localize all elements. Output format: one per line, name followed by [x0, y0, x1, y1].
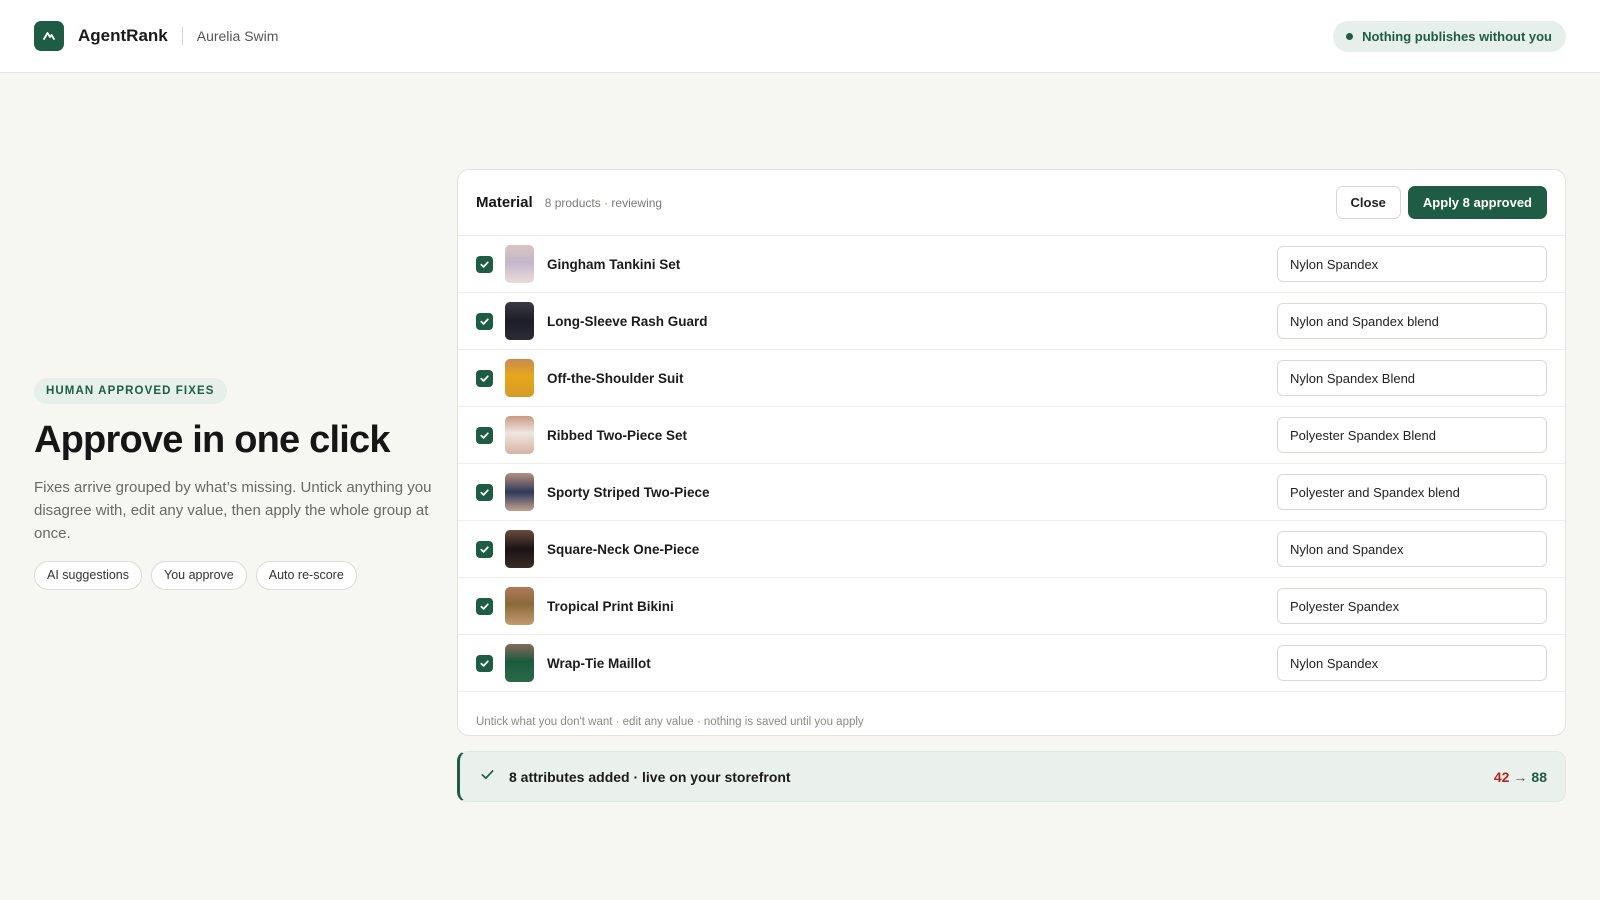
- product-thumbnail: [505, 302, 534, 340]
- approve-checkbox[interactable]: [476, 369, 493, 387]
- product-thumbnail: [505, 416, 534, 454]
- product-row: Gingham Tankini Set: [458, 236, 1565, 293]
- product-name: Long-Sleeve Rash Guard: [547, 313, 708, 329]
- product-row: Wrap-Tie Maillot: [458, 635, 1565, 692]
- product-row: Long-Sleeve Rash Guard: [458, 293, 1565, 350]
- arrow-icon: →: [1513, 768, 1528, 785]
- product-name: Off-the-Shoulder Suit: [547, 370, 684, 386]
- product-thumbnail: [505, 359, 534, 397]
- review-card-header: Material 8 products · reviewing Close Ap…: [458, 170, 1565, 236]
- score-change: 42 → 88: [1494, 769, 1547, 785]
- approve-checkbox[interactable]: [476, 597, 493, 615]
- product-name: Square-Neck One-Piece: [547, 541, 700, 557]
- check-icon: [480, 767, 495, 787]
- material-value-input[interactable]: [1277, 531, 1547, 567]
- product-name: Tropical Print Bikini: [547, 598, 674, 614]
- feature-chips: AI suggestions You approve Auto re-score: [34, 561, 434, 590]
- publish-status-pill: Nothing publishes without you: [1333, 21, 1566, 52]
- product-row: Square-Neck One-Piece: [458, 521, 1565, 578]
- toast-message: 8 attributes added · live on your storef…: [509, 768, 791, 785]
- top-bar: AgentRank Aurelia Swim Nothing publishes…: [0, 0, 1600, 73]
- hero-title: Approve in one click: [34, 419, 390, 461]
- approve-checkbox[interactable]: [476, 654, 493, 672]
- material-value-input[interactable]: [1277, 588, 1547, 624]
- product-row: Ribbed Two-Piece Set: [458, 407, 1565, 464]
- material-value-input[interactable]: [1277, 417, 1547, 453]
- apply-approved-button[interactable]: Apply 8 approved: [1407, 186, 1547, 219]
- eyebrow-badge: HUMAN APPROVED FIXES: [34, 378, 227, 404]
- mountain-icon[interactable]: [34, 21, 64, 51]
- approve-checkbox[interactable]: [476, 255, 493, 273]
- review-meta: 8 products · reviewing: [544, 195, 663, 210]
- attribute-title: Material: [476, 194, 533, 211]
- success-toast: 8 attributes added · live on your storef…: [457, 751, 1566, 802]
- chip-ai-suggestions: AI suggestions: [34, 561, 142, 590]
- product-thumbnail: [505, 530, 534, 568]
- product-row: Sporty Striped Two-Piece: [458, 464, 1565, 521]
- publish-status-text: Nothing publishes without you: [1362, 29, 1552, 44]
- product-name: Wrap-Tie Maillot: [547, 655, 651, 671]
- approve-checkbox[interactable]: [476, 312, 493, 330]
- status-dot: [1346, 33, 1354, 40]
- brand-name[interactable]: AgentRank: [78, 26, 168, 46]
- close-button[interactable]: Close: [1335, 186, 1401, 219]
- approve-checkbox[interactable]: [476, 426, 493, 444]
- hero-description: Fixes arrive grouped by what’s missing. …: [34, 479, 432, 542]
- approve-checkbox[interactable]: [476, 540, 493, 558]
- product-name: Gingham Tankini Set: [547, 256, 681, 272]
- chip-you-approve: You approve: [151, 561, 247, 590]
- store-name: Aurelia Swim: [196, 28, 279, 44]
- product-thumbnail: [505, 245, 534, 283]
- product-row: Off-the-Shoulder Suit: [458, 350, 1565, 407]
- material-value-input[interactable]: [1277, 645, 1547, 681]
- product-thumbnail: [505, 587, 534, 625]
- material-value-input[interactable]: [1277, 360, 1547, 396]
- score-before: 42: [1493, 768, 1510, 785]
- header-divider: [181, 27, 183, 45]
- product-thumbnail: [505, 644, 534, 682]
- product-name: Ribbed Two-Piece Set: [547, 427, 688, 443]
- approve-checkbox[interactable]: [476, 483, 493, 501]
- score-after: 88: [1531, 768, 1547, 785]
- material-value-input[interactable]: [1277, 246, 1547, 282]
- hero-section: HUMAN APPROVED FIXES Approve in one clic…: [34, 378, 434, 590]
- product-name: Sporty Striped Two-Piece: [547, 484, 710, 500]
- product-thumbnail: [505, 473, 534, 511]
- chip-auto-rescore: Auto re-score: [255, 561, 357, 590]
- product-row: Tropical Print Bikini: [458, 578, 1565, 635]
- review-footnote: Untick what you don't want · edit any va…: [476, 716, 864, 728]
- material-value-input[interactable]: [1277, 303, 1547, 339]
- material-value-input[interactable]: [1277, 474, 1547, 510]
- review-card: Material 8 products · reviewing Close Ap…: [457, 169, 1566, 736]
